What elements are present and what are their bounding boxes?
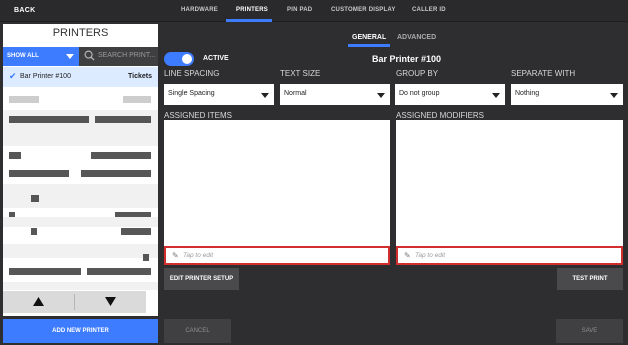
add-new-printer-button[interactable]: ADD NEW PRINTER: [3, 319, 158, 343]
printer-list-item[interactable]: [3, 164, 158, 184]
printer-title: Bar Printer #100: [372, 54, 442, 64]
chevron-down-icon: [261, 93, 269, 98]
top-nav-bar: BACK HARDWARE PRINTERS PIN PAD CUSTOMER …: [0, 0, 628, 22]
tab-caller-id[interactable]: CALLER ID: [412, 7, 446, 13]
active-label: ACTIVE: [203, 55, 229, 62]
active-tab-indicator: [226, 19, 272, 22]
pencil-icon: ✎: [404, 251, 411, 260]
page-up-button[interactable]: [3, 291, 74, 313]
toggle-knob: [182, 54, 192, 64]
tap-to-edit-placeholder: Tap to edit: [183, 252, 214, 259]
printer-list-item[interactable]: [3, 146, 158, 166]
chevron-down-icon: [492, 93, 500, 98]
show-all-filter[interactable]: SHOW ALL: [3, 47, 79, 66]
line-spacing-value: Single Spacing: [168, 90, 215, 97]
assigned-items-label: ASSIGNED ITEMS: [164, 111, 233, 120]
search-icon: [84, 50, 95, 61]
show-all-label: SHOW ALL: [7, 53, 39, 59]
subtab-advanced[interactable]: ADVANCED: [397, 34, 436, 41]
tab-pin-pad[interactable]: PIN PAD: [287, 7, 312, 13]
cancel-button[interactable]: CANCEL: [164, 319, 231, 343]
printer-type: Tickets: [128, 73, 152, 80]
tab-hardware[interactable]: HARDWARE: [181, 7, 218, 13]
checkmark-icon: ✔: [9, 71, 17, 81]
tab-customer-display[interactable]: CUSTOMER DISPLAY: [331, 7, 396, 13]
assigned-modifiers-edit-field[interactable]: ✎ Tap to edit: [396, 246, 623, 265]
separate-with-select[interactable]: Nothing: [511, 84, 623, 105]
line-spacing-select[interactable]: Single Spacing: [164, 84, 274, 105]
printers-sidebar: PRINTERS SHOW ALL SEARCH PRINT... ✔ Bar …: [3, 24, 158, 316]
back-button[interactable]: BACK: [14, 7, 35, 14]
active-toggle[interactable]: [164, 52, 194, 66]
assigned-modifiers-label: ASSIGNED MODIFIERS: [396, 111, 485, 120]
tab-printers[interactable]: PRINTERS: [236, 7, 268, 13]
text-size-select[interactable]: Normal: [280, 84, 390, 105]
search-placeholder: SEARCH PRINT...: [98, 52, 156, 59]
test-print-button[interactable]: TEST PRINT: [557, 268, 623, 290]
printer-list-item-selected[interactable]: ✔ Bar Printer #100 Tickets: [3, 67, 158, 87]
printer-name: Bar Printer #100: [20, 73, 71, 80]
separate-with-label: SEPARATE WITH: [511, 69, 576, 78]
active-subtab-indicator: [348, 44, 390, 47]
page-down-button[interactable]: [75, 291, 146, 313]
subtab-general[interactable]: GENERAL: [352, 34, 386, 41]
chevron-down-icon: [66, 54, 74, 59]
pencil-icon: ✎: [172, 251, 179, 260]
printer-list-item[interactable]: [3, 264, 158, 284]
printer-list-item[interactable]: [3, 89, 158, 109]
list-pager: [3, 291, 146, 313]
triangle-down-icon: [105, 297, 116, 306]
group-by-select[interactable]: Do not group: [395, 84, 505, 105]
list-spacer: [3, 282, 158, 290]
printer-list-item[interactable]: [3, 225, 158, 245]
text-size-label: TEXT SIZE: [280, 69, 321, 78]
tap-to-edit-placeholder: Tap to edit: [415, 252, 446, 259]
group-by-value: Do not group: [399, 90, 440, 97]
printer-search-input[interactable]: SEARCH PRINT...: [79, 47, 158, 66]
group-by-label: GROUP BY: [396, 69, 439, 78]
sidebar-title: PRINTERS: [52, 27, 109, 39]
assigned-items-edit-field[interactable]: ✎ Tap to edit: [164, 246, 390, 265]
triangle-up-icon: [33, 297, 44, 306]
assigned-modifiers-list[interactable]: [396, 120, 623, 246]
printer-list-item[interactable]: [3, 108, 158, 128]
text-size-value: Normal: [284, 90, 307, 97]
edit-printer-setup-button[interactable]: EDIT PRINTER SETUP: [164, 268, 239, 290]
save-button[interactable]: SAVE: [556, 319, 623, 343]
separate-with-value: Nothing: [515, 90, 540, 97]
chevron-down-icon: [610, 93, 618, 98]
chevron-down-icon: [377, 93, 385, 98]
assigned-items-list[interactable]: [164, 120, 390, 246]
line-spacing-label: LINE SPACING: [164, 69, 220, 78]
